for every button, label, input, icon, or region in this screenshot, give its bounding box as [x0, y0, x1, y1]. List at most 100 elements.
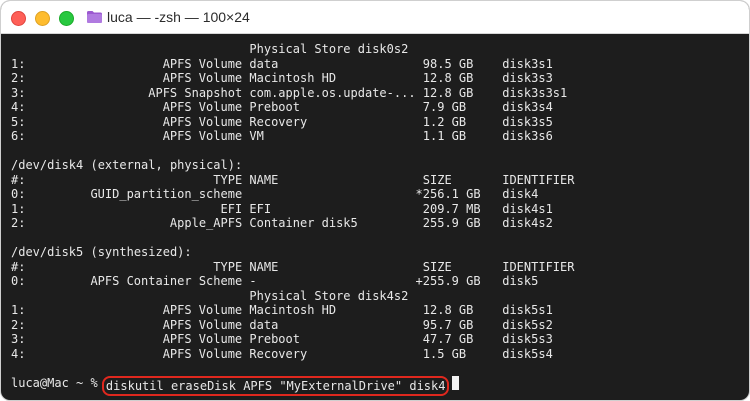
row-identifier: disk3s4: [502, 100, 553, 115]
disk-header: /dev/disk4 (external, physical):: [11, 158, 749, 173]
row-type: APFS Volume: [162, 346, 243, 361]
column-header: #: TYPE NAME SIZE IDENTIFIER: [11, 173, 749, 188]
row-number: 4:: [11, 346, 26, 361]
prompt-line: luca@Mac ~ % diskutil eraseDisk APFS "My…: [11, 375, 749, 397]
row-name: Preboot: [249, 100, 300, 115]
terminal-output[interactable]: Physical Store disk0s2 1: APFS Volume data 9…: [1, 34, 749, 397]
table-row: Physical Store disk4s2: [11, 289, 749, 304]
row-name: data: [249, 56, 279, 71]
table-row: 1: EFI EFI 209.7 MB disk4s1: [11, 202, 749, 217]
row-type: Apple_APFS: [169, 216, 243, 231]
row-number: 0:: [11, 274, 26, 289]
table-row: 0: GUID_partition_scheme *256.1 GB disk4: [11, 187, 749, 202]
row-number: 4:: [11, 100, 26, 115]
row-number: 3:: [11, 332, 26, 347]
row-name: VM: [249, 129, 264, 144]
table-row: 5: APFS Volume Recovery 1.2 GB disk3s5: [11, 115, 749, 130]
row-size: 7.9 GB: [422, 100, 467, 115]
column-identifier: IDENTIFIER: [502, 172, 575, 187]
column-type: TYPE: [213, 172, 243, 187]
row-type: APFS Container Scheme: [90, 274, 243, 289]
row-size: 1.5 GB: [422, 346, 467, 361]
column-size: SIZE: [422, 172, 452, 187]
close-button[interactable]: [11, 11, 26, 26]
row-number: 1:: [11, 303, 26, 318]
table-row: 2: APFS Volume Macintosh HD 12.8 GB disk3s3: [11, 71, 749, 86]
row-name: EFI: [249, 201, 272, 216]
column-size: SIZE: [422, 259, 452, 274]
folder-icon: [87, 11, 102, 23]
table-row: 1: APFS Volume Macintosh HD 12.8 GB disk5s1: [11, 303, 749, 318]
row-type: APFS Volume: [162, 56, 243, 71]
row-type: APFS Volume: [162, 129, 243, 144]
window-title: luca — -zsh — 100×24: [107, 9, 250, 25]
row-name: Physical Store disk0s2: [249, 42, 409, 56]
row-size: 209.7 MB: [422, 201, 481, 216]
table-row: 2: APFS Volume data 95.7 GB disk5s2: [11, 318, 749, 333]
disk-header-text: /dev/disk4 (external, physical):: [11, 158, 243, 173]
column-name: NAME: [249, 172, 279, 187]
disk-header: /dev/disk5 (synthesized):: [11, 245, 749, 260]
row-type: APFS Volume: [162, 317, 243, 332]
row-number: 2:: [11, 216, 26, 231]
column-identifier: IDENTIFIER: [502, 259, 575, 274]
row-size: 255.9 GB: [422, 216, 481, 231]
row-identifier: disk4s2: [502, 216, 553, 231]
row-name: Macintosh HD: [249, 71, 337, 86]
row-identifier: disk3s3: [502, 71, 553, 86]
row-identifier: disk3s6: [502, 129, 553, 144]
row-identifier: disk5s4: [502, 346, 553, 361]
row-identifier: disk5: [502, 274, 539, 289]
row-number: 1:: [11, 56, 26, 71]
row-identifier: disk3s1: [502, 56, 553, 71]
row-number: 6:: [11, 129, 26, 144]
row-size: 12.8 GB: [422, 303, 474, 318]
row-type: APFS Volume: [162, 71, 243, 86]
row-size: 98.5 GB: [422, 56, 474, 71]
row-name: Container disk5: [249, 216, 358, 231]
row-size: 1.2 GB: [422, 114, 467, 129]
row-type: APFS Volume: [162, 100, 243, 115]
row-size: 12.8 GB: [422, 85, 474, 100]
row-identifier: disk3s3s1: [502, 85, 568, 100]
row-name: com.apple.os.update-...: [249, 85, 416, 100]
disk-header-text: /dev/disk5 (synthesized):: [11, 245, 192, 260]
row-identifier: disk4s1: [502, 201, 553, 216]
row-size: *256.1 GB: [415, 187, 481, 202]
highlighted-command[interactable]: diskutil eraseDisk APFS "MyExternalDrive…: [101, 375, 450, 397]
row-size: 95.7 GB: [422, 317, 474, 332]
row-number: 1:: [11, 201, 26, 216]
row-size: +255.9 GB: [415, 274, 481, 289]
row-number: 0:: [11, 187, 26, 202]
table-row: 1: APFS Volume data 98.5 GB disk3s1: [11, 57, 749, 72]
row-type: EFI: [220, 201, 243, 216]
row-type: APFS Volume: [162, 303, 243, 318]
row-identifier: disk5s2: [502, 317, 553, 332]
terminal-window: luca — -zsh — 100×24 Physical Store disk…: [0, 0, 750, 401]
table-row: 4: APFS Volume Recovery 1.5 GB disk5s4: [11, 347, 749, 362]
row-identifier: disk5s1: [502, 303, 553, 318]
minimize-button[interactable]: [35, 11, 50, 26]
row-name: Macintosh HD: [249, 303, 337, 318]
column-num: #:: [11, 259, 26, 274]
row-name: -: [249, 274, 257, 289]
title-bar: luca — -zsh — 100×24: [1, 1, 749, 34]
row-name: Recovery: [249, 114, 308, 129]
prompt: luca@Mac ~ %: [11, 375, 105, 390]
row-size: 47.7 GB: [422, 332, 474, 347]
row-number: 3:: [11, 85, 26, 100]
row-name: data: [249, 317, 279, 332]
column-num: #:: [11, 172, 26, 187]
table-row: 2: Apple_APFS Container disk5 255.9 GB disk4…: [11, 216, 749, 231]
row-identifier: disk3s5: [502, 114, 553, 129]
column-type: TYPE: [213, 259, 243, 274]
cursor: [452, 375, 460, 390]
table-row: 3: APFS Snapshot com.apple.os.update-... 12…: [11, 86, 749, 101]
zoom-button[interactable]: [59, 11, 74, 26]
row-size: 1.1 GB: [422, 129, 467, 144]
table-row: 0: APFS Container Scheme - +255.9 GB disk5: [11, 274, 749, 289]
row-type: APFS Snapshot: [148, 85, 243, 100]
row-type: APFS Volume: [162, 332, 243, 347]
